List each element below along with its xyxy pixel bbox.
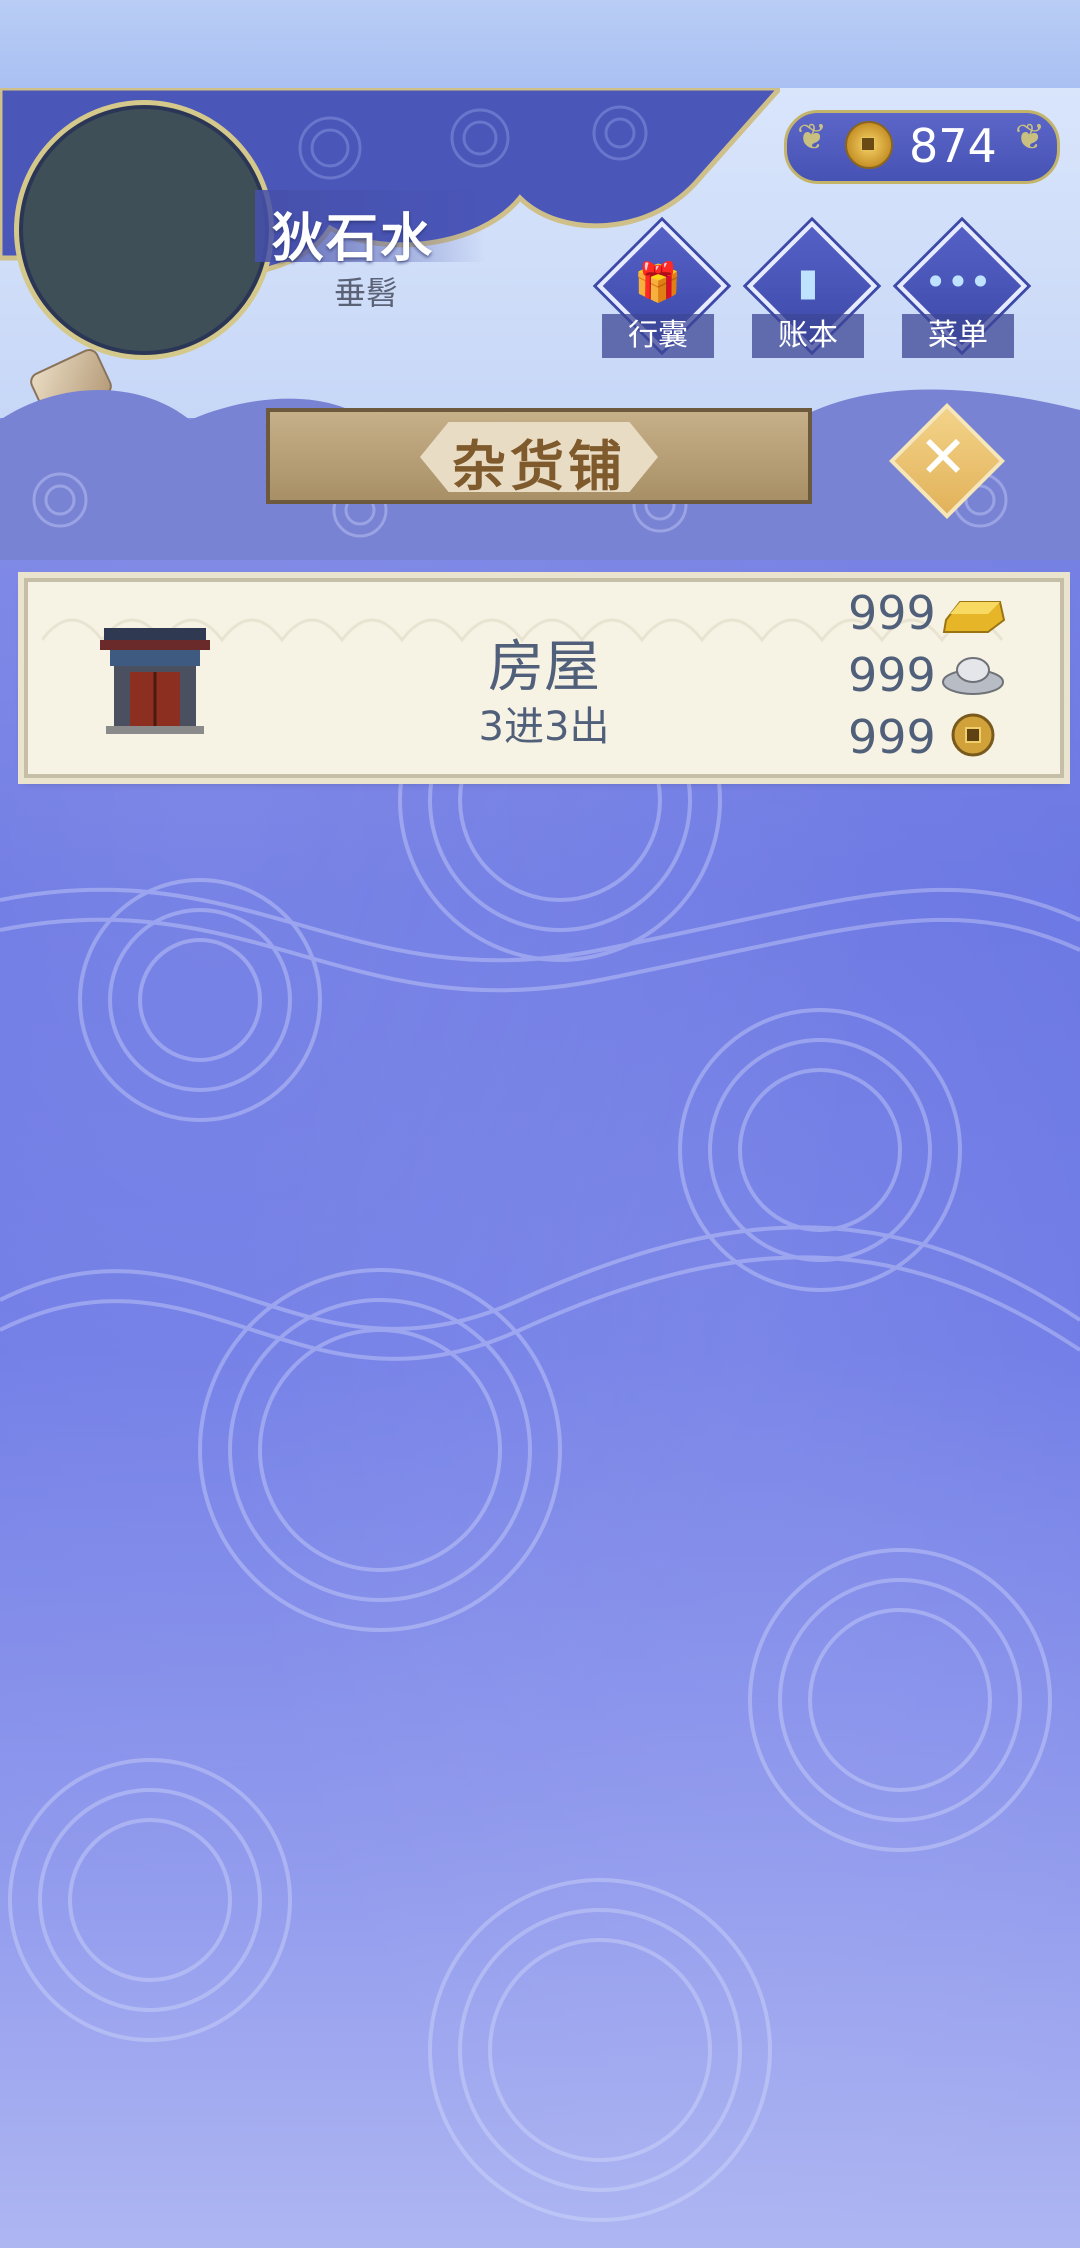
ledger-button[interactable]: ▮ 账本 bbox=[746, 220, 878, 358]
more-label: 菜单 bbox=[902, 314, 1014, 358]
more-icon: ••• bbox=[924, 260, 992, 304]
more-menu-button[interactable]: ••• 菜单 bbox=[896, 220, 1028, 358]
bag-button[interactable]: 🎁 行囊 bbox=[596, 220, 728, 358]
shop-title-banner: 杂货铺 bbox=[266, 408, 812, 504]
player-name: 狄石水 bbox=[272, 209, 435, 269]
bamboo-right-icon: ❦ bbox=[1015, 117, 1046, 158]
price-silver: 999 bbox=[848, 648, 936, 702]
shop-item-card[interactable]: 房屋 3进3出 999 999 999 bbox=[24, 578, 1064, 778]
player-title: 垂髫 bbox=[334, 274, 399, 312]
coin-counter: ❦ 874 ❦ bbox=[784, 110, 1060, 184]
shop-title: 杂货铺 bbox=[452, 435, 626, 498]
status-bar-area bbox=[0, 0, 1080, 88]
close-icon[interactable]: ✕ bbox=[906, 420, 980, 494]
bamboo-left-icon: ❦ bbox=[797, 117, 828, 158]
coin-icon bbox=[845, 121, 893, 169]
ledger-label: 账本 bbox=[752, 314, 864, 358]
ledger-icon: ▮ bbox=[797, 260, 819, 304]
gold-bar-icon bbox=[942, 601, 1006, 633]
price-gold: 999 bbox=[848, 586, 936, 640]
bag-label: 行囊 bbox=[602, 314, 714, 358]
silver-ingot-icon bbox=[942, 657, 1004, 695]
coin-value: 874 bbox=[909, 119, 997, 173]
copper-coin-icon bbox=[951, 713, 995, 757]
player-avatar[interactable] bbox=[14, 100, 274, 360]
price-copper: 999 bbox=[848, 710, 936, 764]
bag-icon: 🎁 bbox=[634, 260, 682, 304]
